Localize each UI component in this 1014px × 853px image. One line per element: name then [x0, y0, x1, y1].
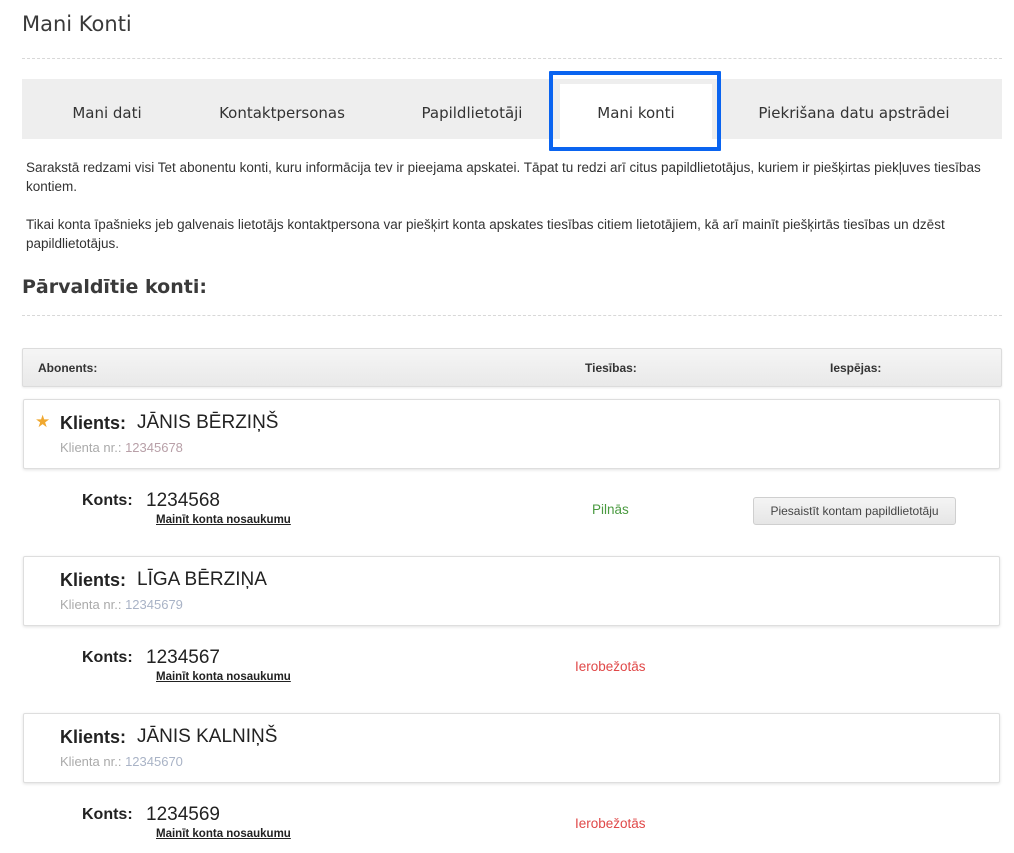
col-options: Iespējas:: [830, 361, 882, 375]
client-number: Klienta nr.: 12345679: [60, 597, 183, 612]
client-label: Klients:: [60, 727, 127, 747]
client-label: Klients:: [60, 413, 127, 433]
client-name: JĀNIS KALNIŅŠ: [137, 726, 278, 747]
rename-account-link[interactable]: Mainīt konta nosaukumu: [156, 671, 291, 683]
col-rights: Tiesības:: [585, 361, 637, 375]
rename-account-link[interactable]: Mainīt konta nosaukumu: [156, 828, 291, 840]
title-divider: [22, 58, 1002, 59]
section-divider: [22, 315, 1002, 316]
client-card: ★ Klients: JĀNIS BĒRZIŅŠ Klienta nr.: 12…: [23, 399, 1000, 469]
add-subuser-button[interactable]: Piesaistīt kontam papildlietotāju: [753, 497, 956, 525]
client-label: Klients:: [60, 570, 127, 590]
account-number: 1234567: [146, 647, 220, 668]
tab-mani-dati[interactable]: Mani dati: [52, 79, 162, 139]
rights-status: Pilnās: [592, 502, 629, 517]
rights-status: Ierobežotās: [575, 659, 646, 674]
account-number: 1234568: [146, 490, 220, 511]
tab-piekrisana[interactable]: Piekrišana datu apstrādei: [738, 79, 970, 139]
info-paragraph-2: Tikai konta īpašnieks jeb galvenais liet…: [26, 217, 945, 251]
table-header: Abonents: Tiesības: Iespējas:: [22, 348, 1002, 387]
info-paragraph-1: Sarakstā redzami visi Tet abonentu konti…: [26, 160, 981, 194]
account-number: 1234569: [146, 804, 220, 825]
client-name: JĀNIS BĒRZIŅŠ: [137, 412, 279, 433]
client-number: Klienta nr.: 12345670: [60, 754, 183, 769]
account-label: Konts:: [82, 649, 133, 666]
account-label: Konts:: [82, 806, 133, 823]
rename-account-link[interactable]: Mainīt konta nosaukumu: [156, 514, 291, 526]
client-card: Klients: JĀNIS KALNIŅŠ Klienta nr.: 1234…: [23, 713, 1000, 783]
account-label: Konts:: [82, 492, 133, 509]
tab-bar: Mani dati Kontaktpersonas Papildlietotāj…: [22, 79, 1002, 140]
client-card: Klients: LĪGA BĒRZIŅA Klienta nr.: 12345…: [23, 556, 1000, 626]
tab-papildlietotaji[interactable]: Papildlietotāji: [402, 79, 542, 139]
page-title: Mani Konti: [22, 12, 132, 36]
tab-mani-konti[interactable]: Mani konti: [560, 84, 712, 140]
tab-kontaktpersonas[interactable]: Kontaktpersonas: [202, 79, 362, 139]
col-subscriber: Abonents:: [38, 361, 98, 375]
client-number: Klienta nr.: 12345678: [60, 440, 183, 455]
rights-status: Ierobežotās: [575, 816, 646, 831]
client-name: LĪGA BĒRZIŅA: [137, 569, 267, 590]
star-icon: ★: [35, 412, 51, 431]
section-title: Pārvaldītie konti:: [22, 276, 207, 298]
